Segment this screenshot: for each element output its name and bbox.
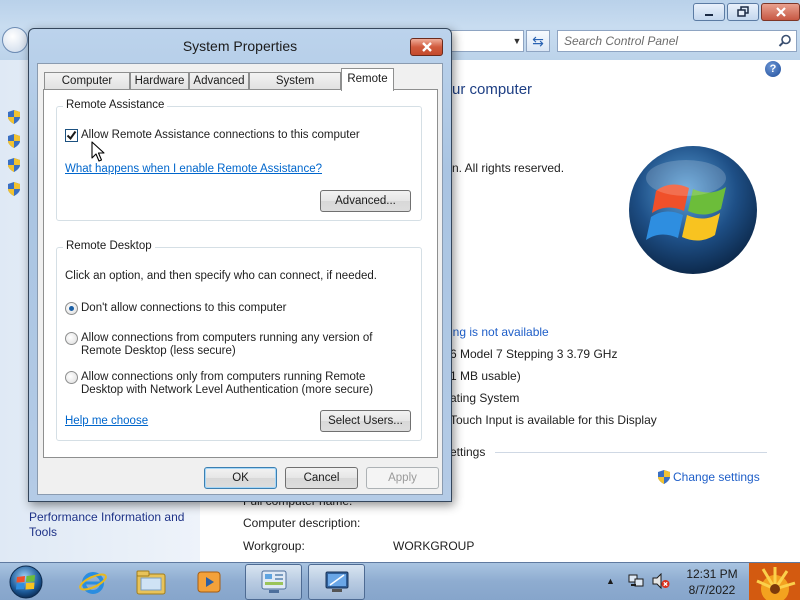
info-row: 1 MB usable) [450, 369, 521, 383]
computer-description-label: Computer description: [243, 516, 361, 530]
dont-allow-radio[interactable] [65, 302, 78, 315]
mouse-cursor-icon [91, 141, 105, 162]
shield-icon [8, 134, 20, 148]
shield-icon [8, 158, 20, 172]
allow-any-version-radio[interactable] [65, 332, 78, 345]
checkmark-icon [66, 130, 77, 141]
dont-allow-label[interactable]: Don't allow connections to this computer [81, 302, 286, 315]
allow-remote-assistance-checkbox[interactable] [65, 129, 78, 142]
dialog-close-button[interactable] [410, 38, 443, 56]
performance-info-link[interactable]: Performance Information and Tools [29, 510, 199, 540]
media-player-icon [197, 571, 220, 593]
allow-nla-label[interactable]: Allow connections only from computers ru… [81, 371, 365, 384]
volume-muted-icon[interactable] [652, 573, 670, 589]
allow-remote-assistance-label[interactable]: Allow Remote Assistance connections to t… [81, 129, 360, 141]
shield-icon [8, 110, 20, 124]
address-dropdown[interactable]: ▼ [509, 30, 525, 52]
section-divider [495, 452, 767, 453]
dialog-body: Computer Name Hardware Advanced System P… [37, 63, 443, 495]
close-icon [421, 42, 432, 52]
show-hidden-icons-button[interactable]: ▲ [606, 576, 616, 586]
cancel-button[interactable]: Cancel [285, 467, 358, 489]
change-settings-link[interactable]: Change settings [657, 469, 760, 485]
section-heading: ettings [450, 445, 486, 459]
shield-icon [8, 182, 20, 196]
taskbar-remote-desktop[interactable] [308, 564, 365, 600]
taskbar: ▲ 12:31 PM 8/7/2022 [0, 562, 800, 600]
ok-button[interactable]: OK [204, 467, 277, 489]
close-window-button[interactable] [761, 3, 800, 21]
workgroup-label: Workgroup: [243, 539, 305, 553]
allow-any-version-label[interactable]: Allow connections from computers running… [81, 332, 372, 345]
refresh-button[interactable]: ⇆ [526, 30, 550, 52]
remote-desktop-group: Remote Desktop Click an option, and then… [56, 240, 422, 441]
copyright-text: n. All rights reserved. [452, 161, 565, 175]
minimize-icon [705, 14, 713, 16]
minimize-button[interactable] [693, 3, 725, 21]
remote-desktop-title: Remote Desktop [63, 240, 155, 252]
remote-desktop-icon [325, 571, 348, 592]
start-button[interactable] [6, 564, 46, 600]
clock-date: 8/7/2022 [688, 583, 736, 597]
help-me-choose-link[interactable]: Help me choose [65, 415, 148, 427]
taskbar-media-player[interactable] [180, 564, 237, 600]
select-users-button[interactable]: Select Users... [320, 410, 411, 432]
info-row: ating System [450, 391, 520, 405]
help-icon[interactable]: ? [765, 61, 781, 77]
close-icon [775, 7, 786, 17]
tab-remote[interactable]: Remote [341, 68, 394, 91]
refresh-icon: ⇆ [532, 32, 544, 49]
back-button[interactable] [2, 27, 28, 53]
chevron-down-icon: ▼ [512, 36, 522, 46]
taskbar-control-panel[interactable] [245, 564, 302, 600]
clock-time: 12:31 PM [686, 567, 738, 581]
restore-icon [737, 6, 749, 17]
info-row: 6 Model 7 Stepping 3 3.79 GHz [450, 347, 618, 361]
allow-nla-label-line2[interactable]: Desktop with Network Level Authenticatio… [81, 384, 373, 397]
taskbar-clock[interactable]: 12:31 PM 8/7/2022 [675, 566, 749, 598]
taskbar-internet-explorer[interactable] [64, 564, 121, 600]
chevron-up-icon: ▲ [606, 576, 615, 586]
windows-logo-icon [629, 146, 757, 274]
workgroup-value: WORKGROUP [393, 539, 475, 553]
show-desktop-button[interactable] [749, 563, 800, 600]
remote-assistance-title: Remote Assistance [63, 99, 168, 111]
control-panel-icon [261, 570, 286, 593]
info-row: Touch Input is available for this Displa… [450, 413, 657, 427]
remote-assistance-group: Remote Assistance Allow Remote Assistanc… [56, 99, 422, 221]
shield-icon [658, 470, 670, 484]
page-heading: ur computer [452, 81, 533, 98]
search-input[interactable] [558, 31, 768, 51]
search-icon[interactable] [778, 34, 792, 48]
change-settings-label: Change settings [673, 470, 760, 484]
info-row[interactable]: ing is not available [450, 325, 549, 339]
remote-desktop-instructions: Click an option, and then specify who ca… [65, 270, 377, 282]
taskbar-windows-explorer[interactable] [122, 564, 179, 600]
dialog-title: System Properties [182, 38, 298, 54]
apply-button[interactable]: Apply [366, 467, 439, 489]
allow-nla-radio[interactable] [65, 371, 78, 384]
restore-button[interactable] [727, 3, 759, 21]
remote-assistance-help-link[interactable]: What happens when I enable Remote Assist… [65, 163, 322, 175]
search-box [557, 30, 797, 52]
network-icon[interactable] [628, 573, 644, 589]
advanced-button[interactable]: Advanced... [320, 190, 411, 212]
system-properties-dialog: System Properties Computer Name Hardware… [28, 28, 452, 502]
allow-any-version-label-line2[interactable]: Remote Desktop (less secure) [81, 345, 236, 358]
internet-explorer-icon [78, 572, 107, 594]
file-manager-icon [136, 570, 165, 595]
